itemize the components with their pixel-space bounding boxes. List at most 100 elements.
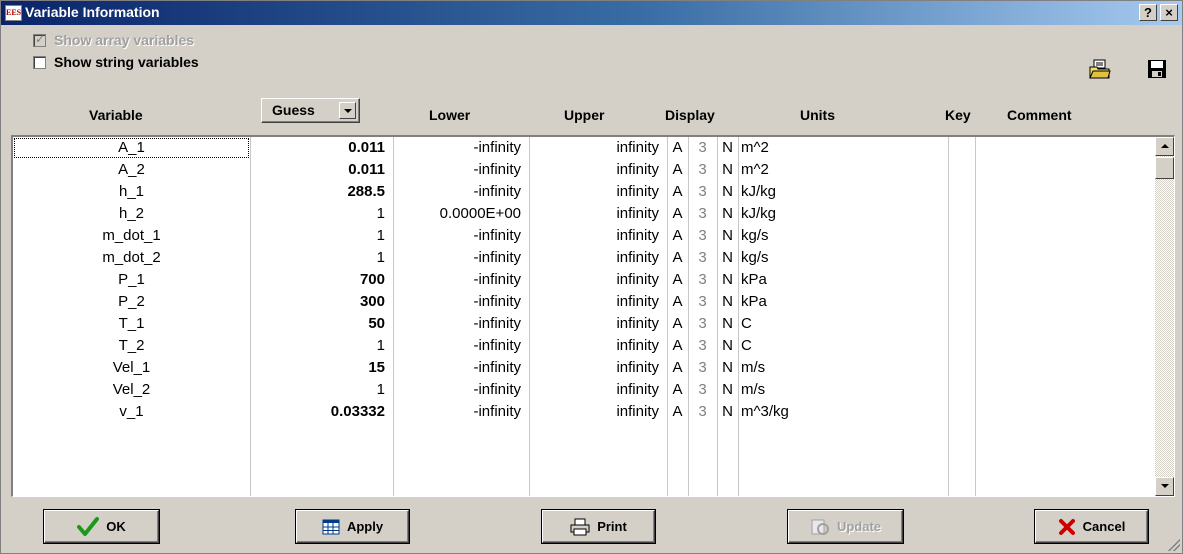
cell-lower[interactable]: -infinity bbox=[393, 181, 521, 203]
table-row[interactable]: A_2 0.011 -infinity infinity A 3 Nm^2 bbox=[13, 159, 1156, 181]
cell-d3[interactable]: N bbox=[717, 313, 738, 335]
cell-key[interactable] bbox=[948, 401, 975, 423]
table-row[interactable]: P_1 700 -infinity infinity A 3 NkPa bbox=[13, 269, 1156, 291]
table-row[interactable]: P_2 300 -infinity infinity A 3 NkPa bbox=[13, 291, 1156, 313]
cell-units[interactable]: kPa bbox=[741, 269, 946, 291]
cell-upper[interactable]: infinity bbox=[529, 225, 659, 247]
cell-units[interactable]: m^2 bbox=[741, 137, 946, 159]
cell-upper[interactable]: infinity bbox=[529, 137, 659, 159]
cell-d3[interactable]: N bbox=[717, 335, 738, 357]
cell-d2[interactable]: 3 bbox=[688, 225, 717, 247]
cell-comment[interactable] bbox=[978, 181, 1148, 203]
cell-comment[interactable] bbox=[978, 291, 1148, 313]
cell-d3[interactable]: N bbox=[717, 291, 738, 313]
cell-variable[interactable]: m_dot_1 bbox=[13, 225, 250, 247]
cell-lower[interactable]: -infinity bbox=[393, 379, 521, 401]
cell-d1[interactable]: A bbox=[667, 401, 688, 423]
cell-guess[interactable]: 0.011 bbox=[250, 137, 385, 159]
cell-d3[interactable]: N bbox=[717, 225, 738, 247]
open-folder-button[interactable] bbox=[1088, 57, 1112, 81]
cell-lower[interactable]: -infinity bbox=[393, 291, 521, 313]
table-row[interactable]: m_dot_1 1 -infinity infinity A 3 Nkg/s bbox=[13, 225, 1156, 247]
cell-d1[interactable]: A bbox=[667, 247, 688, 269]
cell-guess[interactable]: 15 bbox=[250, 357, 385, 379]
cell-variable[interactable]: P_1 bbox=[13, 269, 250, 291]
cell-variable[interactable]: v_1 bbox=[13, 401, 250, 423]
apply-button[interactable]: Apply bbox=[296, 510, 409, 543]
cell-comment[interactable] bbox=[978, 247, 1148, 269]
cell-comment[interactable] bbox=[978, 225, 1148, 247]
cell-upper[interactable]: infinity bbox=[529, 203, 659, 225]
cell-lower[interactable]: -infinity bbox=[393, 247, 521, 269]
cell-d3[interactable]: N bbox=[717, 159, 738, 181]
show-string-variables-checkbox[interactable] bbox=[33, 55, 46, 69]
cell-d2[interactable]: 3 bbox=[688, 137, 717, 159]
cell-variable[interactable]: A_1 bbox=[13, 137, 250, 159]
cell-key[interactable] bbox=[948, 181, 975, 203]
cell-upper[interactable]: infinity bbox=[529, 247, 659, 269]
cell-units[interactable]: kg/s bbox=[741, 247, 946, 269]
cell-guess[interactable]: 0.03332 bbox=[250, 401, 385, 423]
cell-d1[interactable]: A bbox=[667, 203, 688, 225]
cell-d1[interactable]: A bbox=[667, 313, 688, 335]
close-button[interactable]: × bbox=[1160, 4, 1178, 21]
show-string-variables-option[interactable]: Show string variables bbox=[33, 54, 199, 70]
cell-guess[interactable]: 1 bbox=[250, 379, 385, 401]
cell-lower[interactable]: 0.0000E+00 bbox=[393, 203, 521, 225]
vertical-scrollbar[interactable] bbox=[1155, 137, 1174, 496]
table-row[interactable]: T_1 50 -infinity infinity A 3 N C bbox=[13, 313, 1156, 335]
cell-d1[interactable]: A bbox=[667, 181, 688, 203]
cell-guess[interactable]: 700 bbox=[250, 269, 385, 291]
cell-d2[interactable]: 3 bbox=[688, 291, 717, 313]
cell-d2[interactable]: 3 bbox=[688, 159, 717, 181]
cell-d2[interactable]: 3 bbox=[688, 401, 717, 423]
cell-d3[interactable]: N bbox=[717, 203, 738, 225]
cell-units[interactable]: kJ/kg bbox=[741, 203, 946, 225]
cell-d3[interactable]: N bbox=[717, 181, 738, 203]
cell-units[interactable]: kg/s bbox=[741, 225, 946, 247]
cell-guess[interactable]: 50 bbox=[250, 313, 385, 335]
cell-variable[interactable]: h_2 bbox=[13, 203, 250, 225]
cell-d1[interactable]: A bbox=[667, 225, 688, 247]
cell-lower[interactable]: -infinity bbox=[393, 401, 521, 423]
chevron-down-icon[interactable] bbox=[339, 102, 356, 119]
cell-units[interactable]: m/s bbox=[741, 357, 946, 379]
table-row[interactable]: A_1 0.011 -infinity infinity A 3 Nm^2 bbox=[13, 137, 1156, 159]
cell-lower[interactable]: -infinity bbox=[393, 137, 521, 159]
cell-lower[interactable]: -infinity bbox=[393, 335, 521, 357]
cell-lower[interactable]: -infinity bbox=[393, 313, 521, 335]
cell-units[interactable]: C bbox=[741, 335, 946, 357]
cell-comment[interactable] bbox=[978, 335, 1148, 357]
cell-upper[interactable]: infinity bbox=[529, 181, 659, 203]
cell-upper[interactable]: infinity bbox=[529, 313, 659, 335]
cell-key[interactable] bbox=[948, 203, 975, 225]
table-row[interactable]: v_1 0.03332 -infinity infinity A 3 Nm^3/kg bbox=[13, 401, 1156, 423]
cell-key[interactable] bbox=[948, 137, 975, 159]
cell-key[interactable] bbox=[948, 357, 975, 379]
cell-guess[interactable]: 1 bbox=[250, 203, 385, 225]
cell-key[interactable] bbox=[948, 379, 975, 401]
save-button[interactable] bbox=[1145, 57, 1169, 81]
cell-comment[interactable] bbox=[978, 313, 1148, 335]
cell-upper[interactable]: infinity bbox=[529, 159, 659, 181]
cell-d2[interactable]: 3 bbox=[688, 269, 717, 291]
cell-comment[interactable] bbox=[978, 203, 1148, 225]
cell-variable[interactable]: h_1 bbox=[13, 181, 250, 203]
cell-d3[interactable]: N bbox=[717, 379, 738, 401]
cell-d2[interactable]: 3 bbox=[688, 335, 717, 357]
cell-units[interactable]: m^3/kg bbox=[741, 401, 946, 423]
cell-key[interactable] bbox=[948, 247, 975, 269]
cell-guess[interactable]: 1 bbox=[250, 335, 385, 357]
title-bar[interactable]: EES Variable Information ? × bbox=[1, 1, 1182, 25]
cell-variable[interactable]: T_1 bbox=[13, 313, 250, 335]
cell-d1[interactable]: A bbox=[667, 335, 688, 357]
cell-key[interactable] bbox=[948, 313, 975, 335]
cell-upper[interactable]: infinity bbox=[529, 291, 659, 313]
cell-upper[interactable]: infinity bbox=[529, 335, 659, 357]
table-row[interactable]: Vel_1 15 -infinity infinity A 3 Nm/s bbox=[13, 357, 1156, 379]
cell-comment[interactable] bbox=[978, 401, 1148, 423]
ok-button[interactable]: OK bbox=[44, 510, 159, 543]
cell-lower[interactable]: -infinity bbox=[393, 159, 521, 181]
cell-variable[interactable]: Vel_2 bbox=[13, 379, 250, 401]
cell-d2[interactable]: 3 bbox=[688, 181, 717, 203]
